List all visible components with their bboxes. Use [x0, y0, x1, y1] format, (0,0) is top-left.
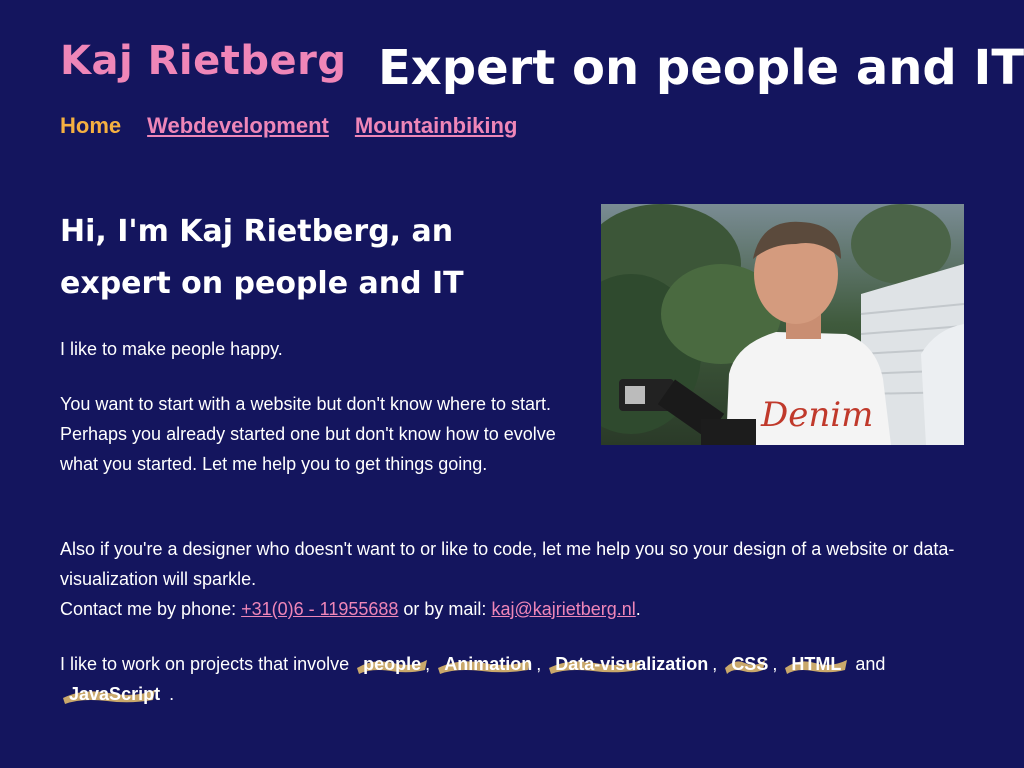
tag-data-visualization: Data-visualization — [549, 649, 712, 679]
tag-people: people — [357, 649, 428, 679]
mail-link[interactable]: kaj@kajrietberg.nl — [491, 599, 635, 619]
nav-item-home[interactable]: Home — [60, 113, 121, 139]
nav-item-mountainbiking[interactable]: Mountainbiking — [355, 113, 518, 139]
main-nav: Home Webdevelopment Mountainbiking — [60, 113, 517, 139]
phone-prefix: Contact me by phone: — [60, 599, 242, 619]
tag-html: HTML — [785, 649, 848, 679]
profile-photo: Denim — [601, 204, 964, 445]
contact-paragraph: Also if you're a designer who doesn't wa… — [60, 534, 980, 624]
interests-paragraph: I like to work on projects that involve … — [60, 649, 980, 709]
designer-text: Also if you're a designer who doesn't wa… — [60, 539, 955, 589]
tagline: Expert on people and IT — [378, 40, 1024, 96]
tag-css: CSS — [725, 649, 772, 679]
intro-text: I like to make people happy. — [60, 339, 283, 359]
tag-animation: Animation — [438, 649, 536, 679]
and-word: and — [855, 654, 886, 674]
separator: , — [772, 654, 778, 674]
contact-end: . — [635, 599, 641, 619]
phone-link[interactable]: +31(0)6 - 11955688 — [241, 599, 398, 619]
nav-item-webdevelopment[interactable]: Webdevelopment — [147, 113, 329, 139]
interests-prefix: I like to work on projects that involve — [60, 654, 350, 674]
tag-javascript: JavaScript — [63, 679, 164, 709]
separator: , — [536, 654, 542, 674]
intro-heading: Hi, I'm Kaj Rietberg, an expert on peopl… — [60, 214, 464, 301]
site-title[interactable]: Kaj Rietberg — [60, 38, 347, 84]
mail-prefix: or by mail: — [398, 599, 492, 619]
separator: , — [712, 654, 718, 674]
interests-end: . — [169, 684, 175, 704]
svg-text:Denim: Denim — [760, 395, 873, 435]
website-help-text: You want to start with a website but don… — [60, 394, 556, 474]
